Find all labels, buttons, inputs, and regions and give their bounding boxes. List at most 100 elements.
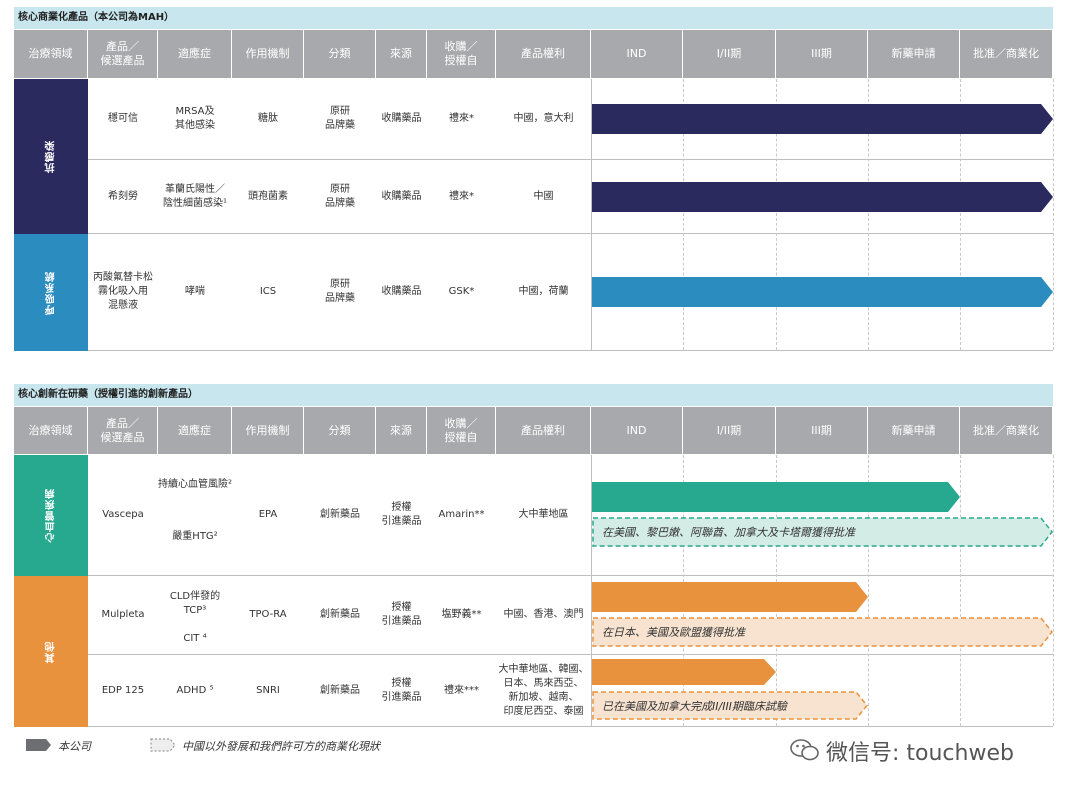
product-rights: 中國，意大利 <box>513 113 574 124</box>
section2-header-12: 批准／商業化 <box>960 407 1053 454</box>
section2-header-8: IND <box>591 407 683 454</box>
category: 創新藥品 <box>320 509 360 520</box>
section2-header-11: 新藥申請 <box>868 407 960 454</box>
partner: 塩野義** <box>441 609 482 620</box>
section2-header-10: III期 <box>776 407 868 454</box>
progress-arrow <box>592 181 1053 212</box>
row-divider <box>88 350 1053 351</box>
indication: 革蘭氏陽性／ 陰性細菌感染¹ <box>162 183 227 209</box>
area-other: 其他 <box>14 576 88 727</box>
category: 原研 品牌藥 <box>325 106 355 131</box>
category: 創新藥品 <box>320 684 360 696</box>
section2-header-4: 分類 <box>304 407 376 454</box>
indication: MRSA及 其他感染 <box>175 106 215 131</box>
mechanism: 糖肽 <box>258 113 278 124</box>
partner: Amarin** <box>438 509 485 520</box>
source: 收購藥品 <box>381 113 422 124</box>
section2-header-6: 收購／ 授權自 <box>427 407 496 454</box>
section1-header-12: 批准／商業化 <box>960 30 1053 78</box>
product-name: EDP 125 <box>101 684 145 696</box>
area-label: 其他 <box>45 640 57 663</box>
area-cardiovascular: 心血管疾病 <box>14 455 88 576</box>
area-label: 心血管疾病 <box>45 488 57 543</box>
section2-header-0: 治療領域 <box>14 407 88 454</box>
area-label: 抗感染 <box>45 140 57 173</box>
section1-header-10: III期 <box>776 30 868 78</box>
section2-header-7: 產品權利 <box>496 407 591 454</box>
category: 原研 品牌藥 <box>325 279 355 304</box>
area-respiratory: 呼吸系統 <box>14 234 88 351</box>
indication: CIT ⁴ <box>183 633 207 644</box>
product-name: Mulpleta <box>101 609 145 620</box>
legend-solid-arrow-icon <box>26 739 51 751</box>
section1-header-11: 新藥申請 <box>868 30 960 78</box>
source: 授權 引進藥品 <box>381 502 422 527</box>
section2-header-1: 產品／ 候選產品 <box>88 407 158 454</box>
section1-header-0: 治療領域 <box>14 30 88 78</box>
partner: GSK* <box>448 286 475 297</box>
row-divider <box>88 726 1053 727</box>
mechanism: TPO-RA <box>249 609 287 620</box>
source: 授權 引進藥品 <box>381 602 422 627</box>
progress-arrow <box>592 277 1053 307</box>
legend-dashed-arrow-icon <box>150 738 176 752</box>
product-name: 穩可信 <box>108 113 138 124</box>
partner: 禮來*** <box>444 684 479 696</box>
section2-header-2: 適應症 <box>158 407 232 454</box>
product-rights: 中國、香港、澳門 <box>503 609 584 620</box>
indication: 嚴重HTG² <box>172 531 218 542</box>
stage-gridline <box>960 455 961 726</box>
mechanism: ICS <box>259 286 277 297</box>
legend-partner-label: 中國以外發展和我們許可方的商業化現狀 <box>182 740 380 753</box>
overseas-status: 在美國、黎巴嫩、阿聯酋、加拿大及卡塔爾獲得批准 <box>602 526 855 539</box>
source: 收購藥品 <box>381 190 422 202</box>
section1-header-5: 來源 <box>376 30 427 78</box>
area-anti-infective: 抗感染 <box>14 79 88 234</box>
product-rights: 中國，荷蘭 <box>518 286 569 297</box>
stage-gridline <box>1053 455 1054 726</box>
progress-arrow <box>592 659 776 685</box>
mechanism: 頭孢菌素 <box>248 190 288 202</box>
section2-header-5: 來源 <box>376 407 427 454</box>
product-name: 希刻勞 <box>108 190 138 202</box>
legend-company-label: 本公司 <box>58 740 91 753</box>
overseas-status: 在日本、美國及歐盟獲得批准 <box>602 626 745 639</box>
progress-arrow <box>592 582 868 612</box>
category: 原研 品牌藥 <box>325 183 355 209</box>
partner: 禮來* <box>449 190 474 202</box>
progress-arrow <box>592 104 1053 134</box>
section1-header-4: 分類 <box>304 30 376 78</box>
product-rights: 中國 <box>533 190 554 202</box>
section1-header-2: 適應症 <box>158 30 232 78</box>
indication: ADHD ⁵ <box>176 684 214 696</box>
section2-title: 核心創新在研藥（授權引進的創新產品） <box>14 384 1053 406</box>
mechanism: EPA <box>258 509 278 520</box>
product-rights: 大中華地區、韓國、 日本、馬來西亞、 新加坡、越南、 印度尼西亞、泰國 <box>498 663 589 717</box>
stage-gridline <box>1053 79 1054 350</box>
product-name: 丙酸氟替卡松 霧化吸入用 混懸液 <box>93 272 153 311</box>
progress-arrow <box>592 482 960 512</box>
partner: 禮來* <box>449 113 474 124</box>
mechanism: SNRI <box>256 684 280 696</box>
watermark-text: 微信号: touchweb <box>826 741 1014 766</box>
wechat-icon <box>790 739 819 761</box>
source: 授權 引進藥品 <box>381 677 422 703</box>
product-rights: 大中華地區 <box>518 509 569 520</box>
section1-header-9: I/II期 <box>683 30 776 78</box>
product-name: Vascepa <box>102 509 144 520</box>
area-label: 呼吸系統 <box>45 270 57 315</box>
section1-header-3: 作用機制 <box>232 30 304 78</box>
category: 創新藥品 <box>320 609 360 620</box>
section1-title: 核心商業化產品（本公司為MAH） <box>14 7 1053 29</box>
section1-header-7: 產品權利 <box>496 30 591 78</box>
section2-header-9: I/II期 <box>683 407 776 454</box>
section2-header-3: 作用機制 <box>232 407 304 454</box>
indication: CLD伴發的 TCP³ <box>169 591 221 616</box>
section1-header-8: IND <box>591 30 683 78</box>
indication: 哮喘 <box>185 286 205 297</box>
overseas-status: 已在美國及加拿大完成II/III期臨床試驗 <box>602 699 787 713</box>
source: 收購藥品 <box>381 286 422 297</box>
section1-header-6: 收購／ 授權自 <box>427 30 496 78</box>
section1-header-1: 產品／ 候選產品 <box>88 30 158 78</box>
indication: 持續心血管風險² <box>158 479 233 490</box>
